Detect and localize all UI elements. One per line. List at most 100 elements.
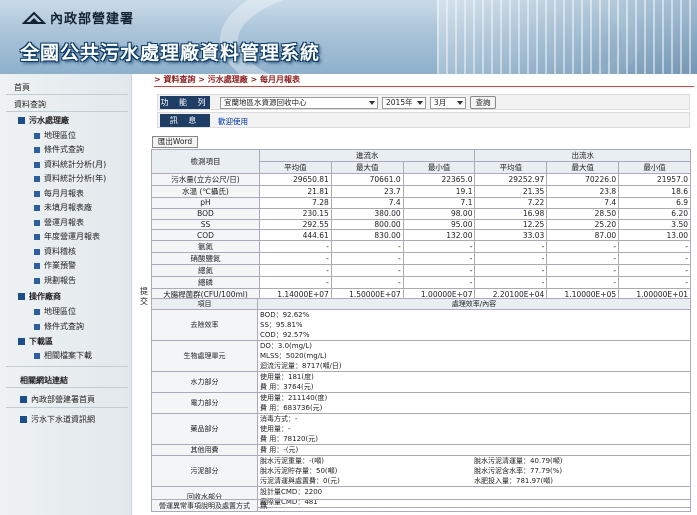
water-quality-table: 檢測項目 進流水 出流水 平均值 最大值 最小值 平均值 最大值 最小值 污水量… xyxy=(151,149,691,302)
sidebar-link-label: 污水下水道資訊網 xyxy=(31,415,95,424)
sidebar-item-label: 規劃報告 xyxy=(44,276,76,285)
sidebar-item-stats-year[interactable]: 資料統計分析(年) xyxy=(34,173,164,184)
table-row: 藥品部分 消毒方式：- 使用量：- 費 用：78120(元) xyxy=(151,413,691,445)
divider xyxy=(6,111,128,112)
message-bar: 訊 息 歡迎使用 xyxy=(157,112,690,128)
table-cell: 230.15 xyxy=(259,207,332,220)
row-content: DO：3.0(mg/L) MLSS：5020(mg/L) 迴流污泥量：8717(噸/… xyxy=(257,340,691,372)
table-cell: - xyxy=(330,264,404,278)
content-line: SS：95.81% xyxy=(260,321,303,329)
plant-select-value: 宜蘭地區水資源回收中心 xyxy=(224,98,307,107)
table-cell: - xyxy=(259,264,332,278)
table-row: 水力部分 使用量：181(度) 費 用：3764(元) xyxy=(151,371,691,393)
submit-link[interactable]: 交 xyxy=(140,296,148,307)
content-line: DO：3.0(mg/L) xyxy=(260,342,313,350)
table-cell: 3.50 xyxy=(618,218,691,231)
export-word-button[interactable]: 匯出Word xyxy=(152,136,198,148)
column-header: 進流水 xyxy=(258,149,476,162)
sidebar-item-planning[interactable]: 規劃報告 xyxy=(34,275,164,286)
content-line: 費 用：683736(元) xyxy=(260,404,323,412)
bullet-icon xyxy=(34,262,40,269)
column-header: 出流水 xyxy=(474,149,691,162)
sidebar-item-operation-yearly[interactable]: 年度營運月報表 xyxy=(34,231,164,242)
divider xyxy=(154,86,694,87)
table-header-row: 項目 處理效率/內容 xyxy=(151,298,691,310)
table-cell: - xyxy=(546,264,620,278)
table-cell: 22365.0 xyxy=(402,173,476,186)
table-row: 總氮 - - - - - - xyxy=(151,264,691,278)
content-line: 迴流污泥量：8717(噸/日) xyxy=(260,362,342,370)
sidebar-item-downloads[interactable]: 相關檔案下載 xyxy=(34,350,164,361)
row-label: 污水量(立方公尺/日) xyxy=(151,173,260,186)
row-label: 硝酸鹽氮 xyxy=(151,252,260,266)
row-label: 其他用費 xyxy=(151,444,258,456)
table-cell: - xyxy=(330,240,404,254)
table-cell: - xyxy=(474,276,548,290)
emblem-icon xyxy=(22,11,46,25)
sidebar-group-label: 操作廠商 xyxy=(29,292,61,301)
table-cell: - xyxy=(618,240,691,254)
sidebar-item-operator-query[interactable]: 條件式查詢 xyxy=(34,321,164,332)
table-cell: 380.00 xyxy=(330,207,404,220)
sidebar-item-label: 未填月報表廠 xyxy=(44,203,92,212)
table-cell: - xyxy=(402,276,476,290)
bullet-icon xyxy=(20,396,27,403)
column-header: 平均值 xyxy=(474,161,548,174)
row-value: 無 xyxy=(257,499,691,512)
sidebar-group-plants[interactable]: 污水處理廠 xyxy=(18,115,148,126)
bullet-icon xyxy=(34,132,40,139)
table-cell: - xyxy=(259,252,332,266)
sidebar-group-download[interactable]: 下載區 xyxy=(18,336,148,347)
bullet-icon xyxy=(34,190,40,197)
table-row: SS 292.55 800.00 95.00 12.25 25.20 3.50 xyxy=(151,218,691,231)
bullet-icon xyxy=(34,248,40,255)
bullet-icon xyxy=(34,277,40,284)
header-banner-image xyxy=(437,0,697,74)
row-label: 總氮 xyxy=(151,264,260,278)
sidebar-link-cpami[interactable]: 內政部營建署首頁 xyxy=(20,394,150,405)
sidebar-section-query[interactable]: 資料查詢 xyxy=(14,99,144,110)
sidebar-group-operators[interactable]: 操作廠商 xyxy=(18,291,148,302)
sidebar-item-operator-location[interactable]: 地理區位 xyxy=(34,306,164,317)
sidebar-item-warning[interactable]: 作業預警 xyxy=(34,260,164,271)
bullet-icon xyxy=(34,219,40,226)
table-row: 去除效率 BOD：92.62% SS：95.81% COD：92.57% xyxy=(151,309,691,341)
table-row: BOD 230.15 380.00 98.00 16.98 28.50 6.20 xyxy=(151,207,691,220)
row-label: BOD xyxy=(151,207,260,220)
content-line: 脫水污泥清運量：40.79(噸) xyxy=(474,457,563,465)
row-content: 脫水污泥重量：-(噸) 脫水污泥貯存量：50(噸) 污泥清運與處置費：0(元) 脫水污… xyxy=(257,455,691,487)
row-label: 氨氮 xyxy=(151,240,260,254)
anomaly-table: 營運異常事項說明及處置方式 無 xyxy=(151,499,691,512)
column-header: 最小值 xyxy=(402,161,476,174)
system-title: 全國公共污水處理廠資料管理系統 xyxy=(20,42,321,64)
table-row: COD 444.61 830.00 132.00 33.03 87.00 13.00 xyxy=(151,229,691,242)
table-row: pH 7.28 7.4 7.1 7.22 7.4 6.9 xyxy=(151,197,691,209)
org-logo[interactable]: 內政部營建署 xyxy=(22,8,134,27)
content-line: 消毒方式：- xyxy=(260,415,298,423)
month-select[interactable]: 3月 xyxy=(430,97,466,109)
sidebar-item-stats-month[interactable]: 資料統計分析(月) xyxy=(34,159,164,170)
sidebar-home[interactable]: 首頁 xyxy=(14,82,144,93)
message-label: 訊 息 xyxy=(160,114,210,127)
year-select[interactable]: 2015年 xyxy=(382,97,426,109)
sidebar-item-conditional-query[interactable]: 條件式查詢 xyxy=(34,144,164,155)
sidebar-item-unfilled[interactable]: 未填月報表廠 xyxy=(34,202,164,213)
sidebar-item-location[interactable]: 地理區位 xyxy=(34,130,164,141)
sidebar-item-operation-monthly[interactable]: 營運月報表 xyxy=(34,217,164,228)
sidebar-item-label: 資料統計分析(年) xyxy=(44,174,107,183)
table-cell: 7.22 xyxy=(474,197,548,209)
divider xyxy=(6,387,128,388)
search-button[interactable]: 查詢 xyxy=(470,96,496,109)
table-cell: 6.20 xyxy=(618,207,691,220)
sidebar-item-monthly-report[interactable]: 每月月報表 xyxy=(34,188,164,199)
divider xyxy=(6,366,128,367)
table-cell: 95.00 xyxy=(402,218,476,231)
row-label: 去除效率 xyxy=(151,309,258,341)
table-cell: 132.00 xyxy=(402,229,476,242)
sidebar-item-audit[interactable]: 資料稽核 xyxy=(34,246,164,257)
table-cell: 16.98 xyxy=(474,207,548,220)
sidebar-link-sewer-info[interactable]: 污水下水道資訊網 xyxy=(20,414,150,425)
table-cell: - xyxy=(474,240,548,254)
plant-select[interactable]: 宜蘭地區水資源回收中心 xyxy=(220,97,378,109)
sidebar-item-label: 資料統計分析(月) xyxy=(44,160,107,169)
